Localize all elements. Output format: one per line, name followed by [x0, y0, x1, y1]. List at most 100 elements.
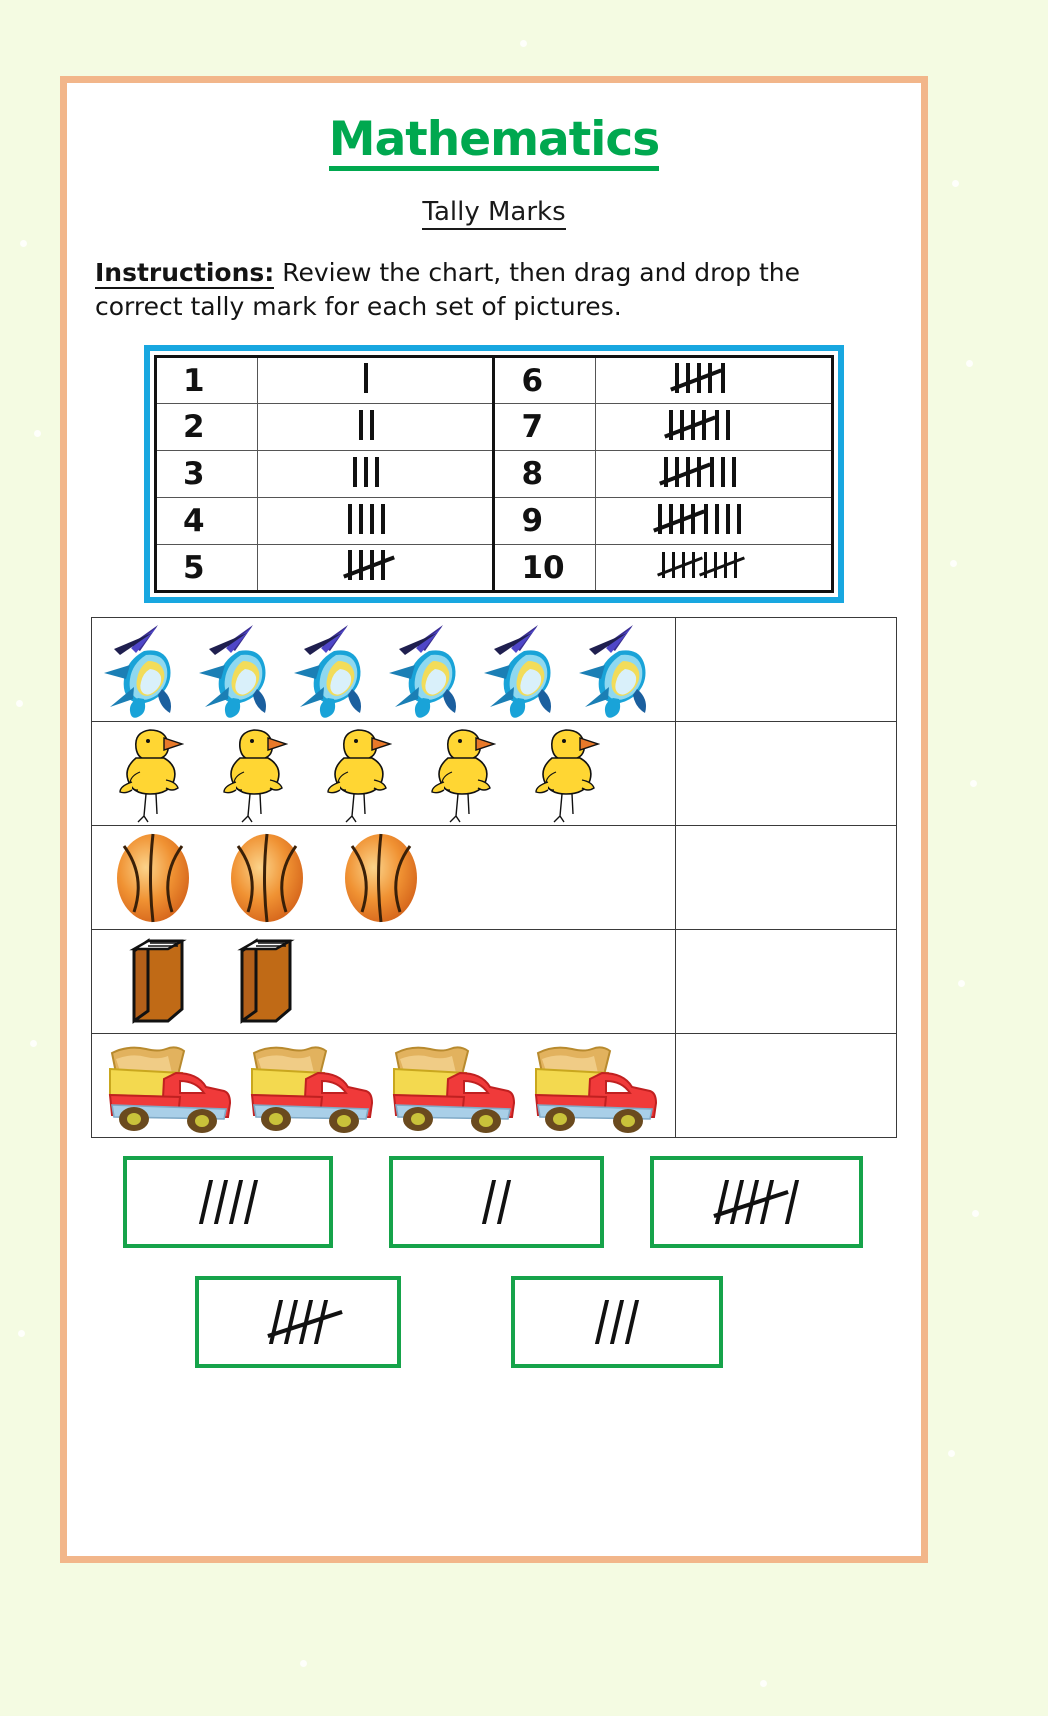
tally-glyph — [364, 363, 369, 394]
chick-icon — [426, 724, 530, 824]
decorative-dot — [952, 180, 959, 187]
page-title: Mathematics — [328, 115, 660, 172]
table-row: 2 7 — [155, 403, 833, 452]
chart-tally-4 — [256, 497, 495, 546]
decorative-dot — [30, 1040, 37, 1047]
tally-tile-2[interactable] — [389, 1156, 604, 1249]
tally-glyph — [653, 503, 742, 534]
marlin-fish-icon — [195, 621, 290, 719]
tally-reference-table: 1 6 2 7 3 8 4 9 5 10 — [154, 355, 834, 594]
tally-tile-5[interactable] — [195, 1276, 401, 1369]
chart-number-1: 1 — [155, 356, 258, 405]
decorative-dot — [18, 1330, 25, 1337]
answer-dropzone-chick[interactable] — [674, 721, 898, 827]
chick-icon — [114, 724, 218, 824]
picture-cell-chick — [91, 721, 676, 827]
table-row — [91, 1033, 898, 1139]
marlin-fish-icon — [290, 621, 385, 719]
instructions-label: Instructions: — [95, 258, 275, 290]
picture-cell-basketball — [91, 825, 676, 931]
chart-number-7: 7 — [492, 403, 597, 452]
chart-tally-1 — [256, 356, 495, 405]
chart-tally-8 — [595, 450, 833, 499]
tally-glyph — [664, 409, 731, 440]
decorative-dot — [300, 1660, 307, 1667]
chart-tally-7 — [595, 403, 833, 452]
dump-truck-icon — [532, 1039, 674, 1133]
basketball-icon — [340, 832, 454, 924]
tally-glyph — [347, 503, 385, 534]
dump-truck-icon — [390, 1039, 532, 1133]
page-subtitle: Tally Marks — [422, 197, 566, 231]
picture-cell-marlin — [91, 617, 676, 723]
decorative-dot — [972, 1210, 979, 1217]
chart-number-4: 4 — [155, 497, 258, 546]
tally-tile-3[interactable] — [511, 1276, 723, 1369]
table-row: 3 8 — [155, 450, 833, 499]
chart-tally-3 — [256, 450, 495, 499]
basketball-icon — [226, 832, 340, 924]
icon-row-marlin — [92, 618, 675, 721]
chick-icon — [218, 724, 322, 824]
marlin-fish-icon — [575, 621, 670, 719]
chart-tally-2 — [256, 403, 495, 452]
chart-tally-9 — [595, 497, 833, 546]
dump-truck-icon — [248, 1039, 390, 1133]
table-row — [91, 929, 898, 1035]
tally-reference-body: 1 6 2 7 3 8 4 9 5 10 — [155, 356, 833, 593]
chart-tally-10 — [595, 544, 833, 593]
marlin-fish-icon — [100, 621, 195, 719]
chart-number-6: 6 — [492, 356, 597, 405]
chart-number-2: 2 — [155, 403, 258, 452]
icon-row-basketball — [92, 826, 675, 929]
decorative-dot — [20, 240, 27, 247]
icon-row-book — [92, 930, 675, 1033]
decorative-dot — [950, 560, 957, 567]
tally-glyph — [342, 550, 395, 581]
chart-number-10: 10 — [492, 544, 597, 593]
decorative-dot — [966, 360, 973, 367]
dump-truck-icon — [106, 1039, 248, 1133]
basketball-icon — [112, 832, 226, 924]
table-row: 4 9 — [155, 497, 833, 546]
table-row — [91, 721, 898, 827]
chart-number-5: 5 — [155, 544, 258, 593]
chick-icon — [322, 724, 426, 824]
decorative-dot — [970, 780, 977, 787]
answer-dropzone-truck[interactable] — [674, 1033, 898, 1139]
book-icon — [234, 935, 342, 1029]
chart-tally-6 — [595, 356, 833, 405]
chick-icon — [530, 724, 634, 824]
tally-glyph — [353, 456, 380, 487]
tally-glyph-4 — [198, 1180, 258, 1225]
decorative-dot — [958, 980, 965, 987]
answer-dropzone-book[interactable] — [674, 929, 898, 1035]
answer-dropzone-basketball[interactable] — [674, 825, 898, 931]
table-row — [91, 825, 898, 931]
book-icon — [126, 935, 234, 1029]
tally-glyph-3 — [594, 1300, 640, 1345]
tally-tile-4[interactable] — [123, 1156, 333, 1249]
picture-cell-book — [91, 929, 676, 1035]
answer-tiles-row-2 — [91, 1276, 897, 1369]
answer-tiles-row-1 — [91, 1156, 897, 1249]
chart-number-8: 8 — [492, 450, 597, 499]
tally-glyph — [658, 456, 736, 487]
tally-glyph — [657, 552, 745, 579]
decorative-dot — [34, 430, 41, 437]
answer-dropzone-marlin[interactable] — [674, 617, 898, 723]
decorative-dot — [760, 1680, 767, 1687]
tally-reference-chart: 1 6 2 7 3 8 4 9 5 10 — [144, 345, 844, 604]
chart-number-3: 3 — [155, 450, 258, 499]
tally-tile-6[interactable] — [650, 1156, 863, 1249]
tally-glyph-5 — [266, 1300, 343, 1345]
decorative-dot — [16, 700, 23, 707]
worksheet-page: Mathematics Tally Marks Instructions: Re… — [0, 0, 1048, 1716]
icon-row-truck — [92, 1034, 675, 1137]
worksheet-sheet: Mathematics Tally Marks Instructions: Re… — [60, 76, 928, 1563]
picture-counting-table — [91, 617, 898, 1139]
decorative-dot — [520, 40, 527, 47]
instructions: Instructions: Review the chart, then dra… — [95, 256, 893, 323]
tally-glyph-2 — [481, 1180, 512, 1225]
table-row: 1 6 — [155, 356, 833, 405]
